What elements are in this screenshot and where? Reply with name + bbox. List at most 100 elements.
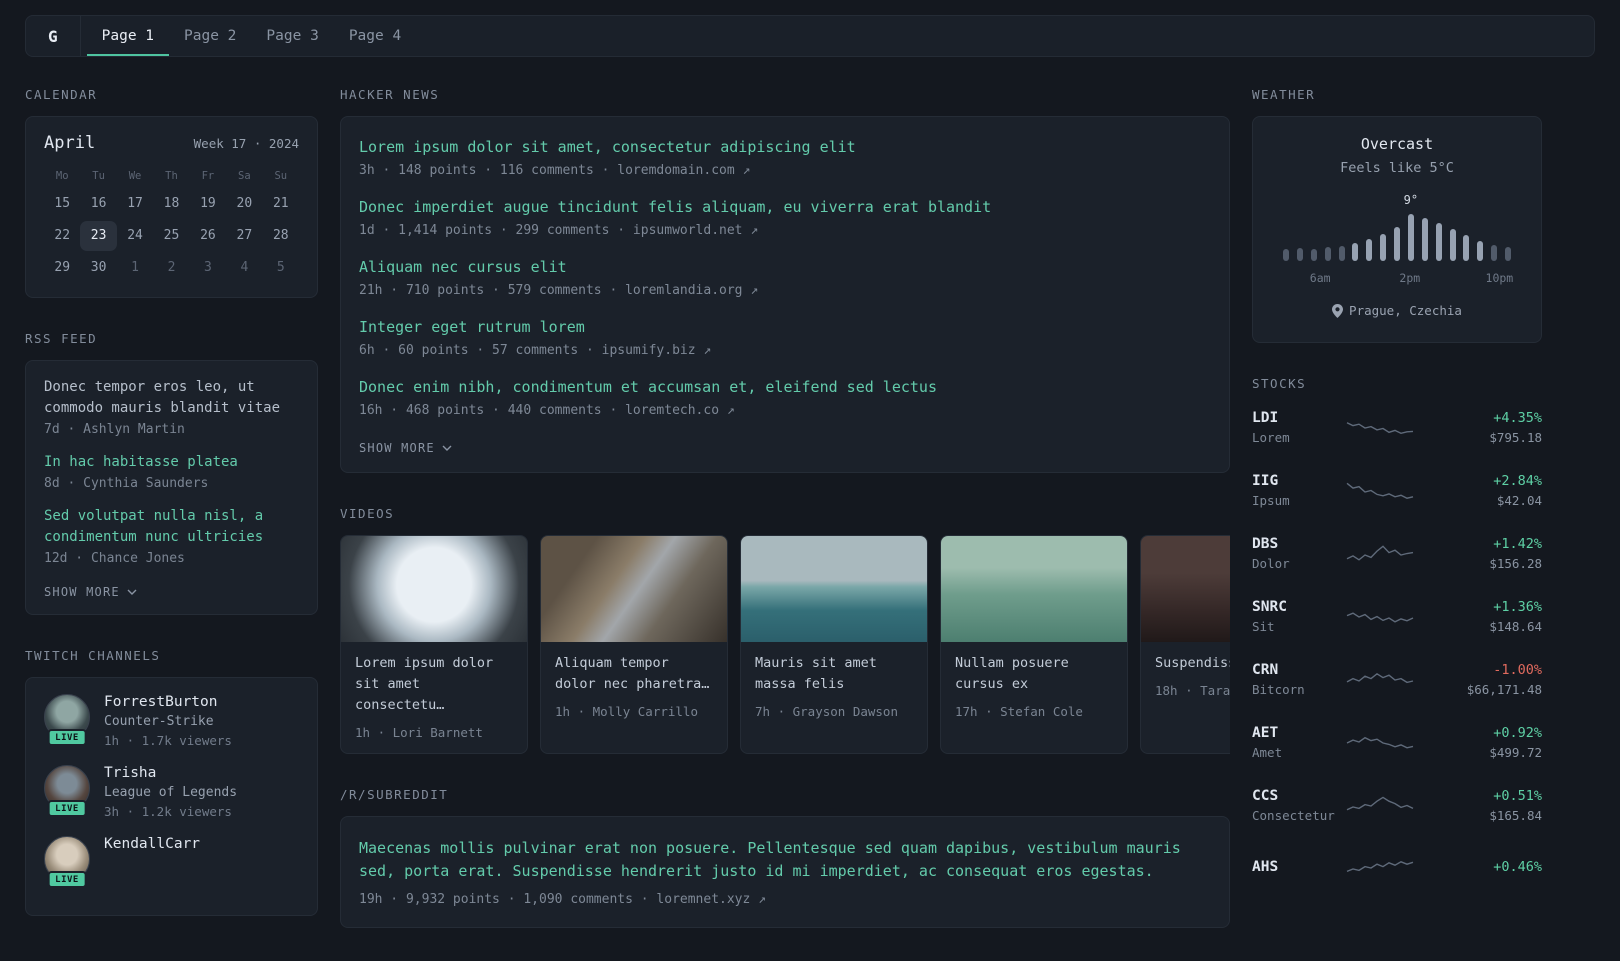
weather-feels-like: Feels like 5°C: [1340, 160, 1454, 176]
hackernews-show-more-button[interactable]: SHOW MORE: [359, 441, 452, 455]
video-card[interactable]: Aliquam tempor dolor nec pharetra… 1h · …: [540, 535, 728, 754]
rss-item: Sed volutpat nulla nisl, a condimentum n…: [44, 506, 299, 566]
video-title-link[interactable]: Mauris sit amet massa felis: [755, 653, 913, 695]
rss-item: In hac habitasse platea 8d · Cynthia Sau…: [44, 452, 299, 491]
twitch-avatar-wrap: LIVE: [44, 836, 90, 888]
stock-id: CRN Bitcorn: [1252, 662, 1344, 697]
stock-ticker: AET: [1252, 725, 1279, 741]
stock-row[interactable]: LDI Lorem +4.35% $795.18: [1252, 405, 1542, 451]
twitch-channel-name[interactable]: Trisha: [104, 765, 237, 781]
hackernews-item-meta: 3h · 148 points · 116 comments · loremdo…: [359, 163, 1211, 178]
twitch-channel-row[interactable]: LIVE ForrestBurton Counter-Strike 1h · 1…: [44, 694, 299, 748]
stock-name: Ipsum: [1252, 493, 1290, 508]
hackernews-item-link[interactable]: Donec imperdiet augue tincidunt felis al…: [359, 197, 1211, 218]
video-title-link[interactable]: Nullam posuere cursus ex: [955, 653, 1113, 695]
twitch-channel-meta: 1h · 1.7k viewers: [104, 733, 232, 748]
weather-time-label: 6am: [1309, 271, 1331, 285]
stock-ticker: LDI: [1252, 410, 1279, 426]
top-bar: G Page 1 Page 2 Page 3 Page 4: [25, 15, 1595, 57]
hackernews-card: Lorem ipsum dolor sit amet, consectetur …: [340, 116, 1230, 473]
tab-page-4[interactable]: Page 4: [334, 16, 416, 56]
video-card[interactable]: Mauris sit amet massa felis 7h · Grayson…: [740, 535, 928, 754]
twitch-channel-game: Counter-Strike: [104, 714, 214, 729]
video-body: Aliquam tempor dolor nec pharetra… 1h · …: [541, 642, 727, 732]
stock-row[interactable]: SNRC Sit +1.36% $148.64: [1252, 594, 1542, 640]
stock-sparkline: [1346, 482, 1414, 499]
weather-widget: WEATHER Overcast Feels like 5°C 9° 6am 2…: [1252, 87, 1542, 343]
hackernews-item-link[interactable]: Integer eget rutrum lorem: [359, 317, 1211, 338]
hackernews-item-link[interactable]: Aliquam nec cursus elit: [359, 257, 1211, 278]
twitch-channel-row[interactable]: LIVE Trisha League of Legends 3h · 1.2k …: [44, 765, 299, 819]
video-meta: 17h · Stefan Cole: [955, 703, 1083, 719]
rss-item-link[interactable]: Sed volutpat nulla nisl, a condimentum n…: [44, 506, 299, 548]
tab-page-2[interactable]: Page 2: [169, 16, 251, 56]
weekday-label: Th: [165, 170, 178, 182]
left-column: CALENDAR April Week 17 · 2024 Mo Tu We T…: [25, 87, 318, 949]
hackernews-item-link[interactable]: Lorem ipsum dolor sit amet, consectetur …: [359, 137, 1211, 158]
rss-show-more-button[interactable]: SHOW MORE: [44, 585, 137, 599]
stock-price: $66,171.48: [1466, 682, 1542, 697]
video-thumbnail[interactable]: [541, 536, 727, 642]
stock-row[interactable]: IIG Ipsum +2.84% $42.04: [1252, 468, 1542, 514]
video-thumbnail[interactable]: [941, 536, 1127, 642]
stock-change: +0.51%: [1493, 788, 1542, 804]
live-badge: LIVE: [47, 729, 87, 746]
stock-row[interactable]: AET Amet +0.92% $499.72: [1252, 720, 1542, 766]
video-thumbnail[interactable]: [1141, 536, 1230, 642]
app-logo: G: [48, 16, 81, 56]
tab-page-1[interactable]: Page 1: [86, 16, 170, 56]
video-thumbnail[interactable]: [341, 536, 527, 642]
rss-card: Donec tempor eros leo, ut commodo mauris…: [25, 360, 318, 615]
weather-location: Prague, Czechia: [1332, 303, 1462, 318]
twitch-channel-row[interactable]: LIVE KendallCarr: [44, 836, 299, 888]
weather-time-label: 2pm: [1399, 271, 1421, 285]
stock-row[interactable]: CCS Consectetur +0.51% $165.84: [1252, 783, 1542, 829]
external-link-icon[interactable]: ↗: [703, 343, 711, 358]
weekday-label: Sa: [238, 170, 251, 182]
stock-row[interactable]: CRN Bitcorn -1.00% $66,171.48: [1252, 657, 1542, 703]
stock-change: +2.84%: [1493, 473, 1542, 489]
external-link-icon[interactable]: ↗: [750, 283, 758, 298]
stock-sparkline: [1346, 736, 1414, 749]
video-card[interactable]: Lorem ipsum dolor sit amet consectetu… 1…: [340, 535, 528, 754]
twitch-widget: TWITCH CHANNELS LIVE ForrestBurton Count…: [25, 648, 318, 916]
calendar-day: 24: [127, 228, 143, 243]
calendar-widget: CALENDAR April Week 17 · 2024 Mo Tu We T…: [25, 87, 318, 298]
video-title-link[interactable]: Lorem ipsum dolor sit amet consectetu…: [355, 653, 513, 716]
stock-values: -1.00% $66,171.48: [1416, 662, 1542, 697]
videos-row[interactable]: Lorem ipsum dolor sit amet consectetu… 1…: [340, 535, 1230, 754]
video-card[interactable]: Nullam posuere cursus ex 17h · Stefan Co…: [940, 535, 1128, 754]
calendar-day: 25: [163, 228, 180, 243]
subreddit-post-link[interactable]: Maecenas mollis pulvinar erat non posuer…: [359, 837, 1211, 884]
twitch-channel-name[interactable]: ForrestBurton: [104, 694, 232, 710]
hackernews-item-link[interactable]: Donec enim nibh, condimentum et accumsan…: [359, 377, 1211, 398]
calendar-day: 29: [54, 260, 71, 275]
rss-item-link[interactable]: Donec tempor eros leo, ut commodo mauris…: [44, 377, 299, 419]
hackernews-widget-title: HACKER NEWS: [340, 87, 440, 102]
stock-name: Sit: [1252, 619, 1275, 634]
hackernews-item-meta-text: 6h · 60 points · 57 comments · ipsumify.…: [359, 343, 696, 358]
hackernews-item-meta: 21h · 710 points · 579 comments · loreml…: [359, 283, 1211, 298]
stock-ticker: SNRC: [1252, 599, 1287, 615]
stock-values: +1.42% $156.28: [1416, 536, 1542, 571]
twitch-channel-name[interactable]: KendallCarr: [104, 836, 200, 852]
calendar-day: 28: [272, 228, 289, 243]
calendar-day-next-month: 5: [276, 260, 285, 275]
video-thumbnail[interactable]: [741, 536, 927, 642]
video-card[interactable]: Suspendisse diam 18h · Tara: [1140, 535, 1230, 754]
video-title-link[interactable]: Aliquam tempor dolor nec pharetra…: [555, 653, 713, 695]
external-link-icon[interactable]: ↗: [727, 403, 735, 418]
weekday-label: Tu: [92, 170, 105, 182]
external-link-icon[interactable]: ↗: [750, 223, 758, 238]
video-title-link[interactable]: Suspendisse diam: [1155, 653, 1230, 674]
stock-row[interactable]: DBS Dolor +1.42% $156.28: [1252, 531, 1542, 577]
rss-item-link[interactable]: In hac habitasse platea: [44, 452, 299, 473]
location-pin-icon: [1332, 303, 1344, 318]
calendar-day: 19: [200, 196, 216, 211]
calendar-header: April Week 17 · 2024: [44, 133, 299, 153]
hackernews-item: Lorem ipsum dolor sit amet, consectetur …: [359, 137, 1211, 178]
tab-page-3[interactable]: Page 3: [251, 16, 333, 56]
stock-row[interactable]: AHS +0.46%: [1252, 846, 1542, 892]
stock-change: +0.92%: [1493, 725, 1542, 741]
external-link-icon[interactable]: ↗: [743, 163, 751, 178]
